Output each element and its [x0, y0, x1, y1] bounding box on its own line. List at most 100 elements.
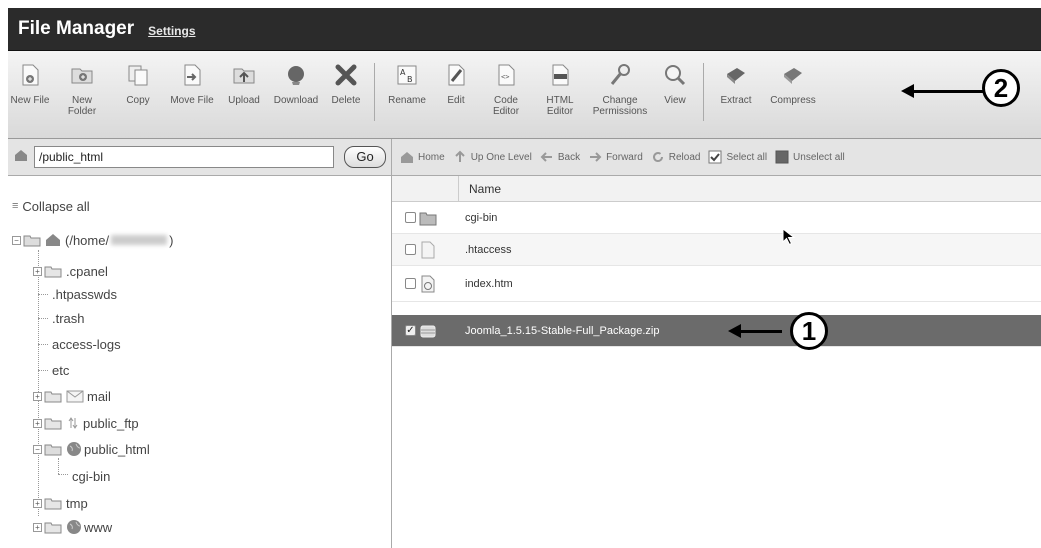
download-button[interactable]: Download [268, 61, 324, 129]
delete-icon [332, 61, 360, 89]
tree-item-label: access-logs [52, 336, 121, 352]
upload-button[interactable]: Upload [220, 61, 268, 129]
unselect-all-button[interactable]: Unselect all [775, 150, 845, 164]
collapse-toggle[interactable]: − [33, 444, 42, 454]
tree-item-tmp[interactable]: + tmp [33, 493, 88, 513]
upload-icon [230, 61, 258, 89]
checkbox-filled-icon [775, 150, 789, 164]
expand-toggle[interactable]: + [33, 391, 42, 401]
collapse-all-label: Collapse all [22, 198, 90, 214]
file-row-cgi-bin[interactable]: cgi-bin [392, 202, 1041, 234]
title-bar: File Manager Settings [8, 8, 1041, 51]
reload-button[interactable]: Reload [651, 150, 700, 164]
tree-item-etc[interactable]: etc [52, 360, 69, 380]
mouse-cursor-icon [782, 228, 796, 246]
back-button[interactable]: Back [540, 150, 580, 164]
tool-label: Compress [770, 95, 816, 106]
expand-toggle[interactable]: + [33, 498, 42, 508]
annotation-arrow-line [911, 90, 983, 93]
tree-root[interactable]: − (/home/ ) [12, 230, 173, 250]
settings-link[interactable]: Settings [148, 24, 195, 38]
move-file-button[interactable]: Move File [164, 61, 220, 129]
new-file-button[interactable]: New File [8, 61, 52, 129]
collapse-all-button[interactable]: ≡ Collapse all [12, 196, 90, 216]
home-icon [46, 234, 60, 246]
tree-item-label: cgi-bin [72, 468, 111, 484]
forward-button[interactable]: Forward [588, 150, 643, 164]
nav-label: Unselect all [793, 151, 845, 163]
path-input[interactable]: /public_html [34, 146, 334, 168]
tool-label: New Folder [67, 95, 97, 117]
expand-toggle[interactable]: + [33, 522, 42, 532]
folder-icon [44, 266, 62, 277]
row-checkbox[interactable] [405, 212, 416, 223]
tool-label: Move File [170, 95, 214, 106]
tree-line [38, 370, 48, 371]
tree-item-public-ftp[interactable]: + public_ftp [33, 413, 139, 433]
row-checkbox-checked[interactable]: ✓ [405, 325, 416, 336]
tree-item-label: .cpanel [66, 263, 108, 279]
file-name: index.htm [465, 277, 513, 290]
zip-archive-icon [420, 325, 436, 337]
file-icon [421, 241, 435, 258]
file-row-joomla-zip[interactable]: ✓ Joomla_1.5.15-Stable-Full_Package.zip [392, 315, 1041, 347]
tree-item-label: etc [52, 362, 70, 378]
tree-line [38, 294, 48, 295]
column-header-spacer [392, 176, 458, 202]
expand-toggle[interactable]: + [33, 418, 42, 428]
home-button[interactable]: Home [400, 150, 445, 164]
edit-button[interactable]: Edit [433, 61, 479, 129]
download-icon [282, 61, 310, 89]
tree-item-www[interactable]: + www [33, 517, 112, 537]
folder-icon [419, 212, 437, 225]
home-icon [400, 150, 414, 164]
tool-label: HTML Editor [546, 95, 574, 117]
tree-item-mail[interactable]: + mail [33, 386, 111, 406]
tree-item-trash[interactable]: .trash [52, 308, 85, 328]
globe-icon [67, 520, 81, 534]
home-directory-icon[interactable] [14, 148, 28, 167]
back-arrow-icon [540, 150, 554, 164]
collapse-toggle[interactable]: − [12, 235, 21, 245]
new-file-icon [16, 61, 44, 89]
view-button[interactable]: View [653, 61, 697, 129]
row-checkbox[interactable] [405, 278, 416, 289]
tree-item-cpanel[interactable]: + .cpanel [33, 261, 108, 281]
file-row-htaccess[interactable]: .htaccess [392, 234, 1041, 266]
extract-button[interactable]: Extract [710, 61, 762, 129]
tool-label: Delete [331, 95, 361, 106]
blurred-username [111, 235, 168, 245]
select-all-button[interactable]: Select all [708, 150, 767, 164]
tree-item-cgi-bin[interactable]: cgi-bin [72, 466, 110, 486]
tree-item-htpasswds[interactable]: .htpasswds [52, 284, 117, 304]
code-editor-button[interactable]: <> Code Editor [479, 61, 533, 129]
tree-item-public-html[interactable]: − public_html [33, 439, 150, 459]
tree-item-access-logs[interactable]: access-logs [52, 334, 121, 354]
path-bar: /public_html Go [8, 139, 392, 176]
file-row-index-htm[interactable]: index.htm [392, 266, 1041, 302]
tool-label: Code Editor [492, 95, 520, 117]
folder-icon [44, 522, 62, 533]
compress-button[interactable]: Compress [762, 61, 824, 129]
annotation-arrow-line [738, 330, 782, 333]
rename-button[interactable]: AB Rename [381, 61, 433, 129]
up-one-level-button[interactable]: Up One Level [453, 150, 532, 164]
go-button[interactable]: Go [344, 146, 386, 168]
new-folder-button[interactable]: New Folder [52, 61, 112, 129]
column-header-name[interactable]: Name [458, 176, 1041, 202]
expand-toggle[interactable]: + [33, 266, 42, 276]
new-folder-icon [68, 61, 96, 89]
tool-label: New File [10, 95, 50, 106]
code-editor-icon: <> [492, 61, 520, 89]
delete-button[interactable]: Delete [324, 61, 368, 129]
globe-icon [67, 442, 81, 456]
reload-icon [651, 150, 665, 164]
toolbar-separator [703, 63, 704, 121]
html-editor-button[interactable]: HTML Editor [533, 61, 587, 129]
copy-button[interactable]: Copy [112, 61, 164, 129]
checkbox-checked-icon [708, 150, 722, 164]
open-folder-icon [23, 235, 41, 246]
change-permissions-button[interactable]: Change Permissions [587, 61, 653, 129]
tool-label: Upload [228, 95, 260, 106]
row-checkbox[interactable] [405, 244, 416, 255]
